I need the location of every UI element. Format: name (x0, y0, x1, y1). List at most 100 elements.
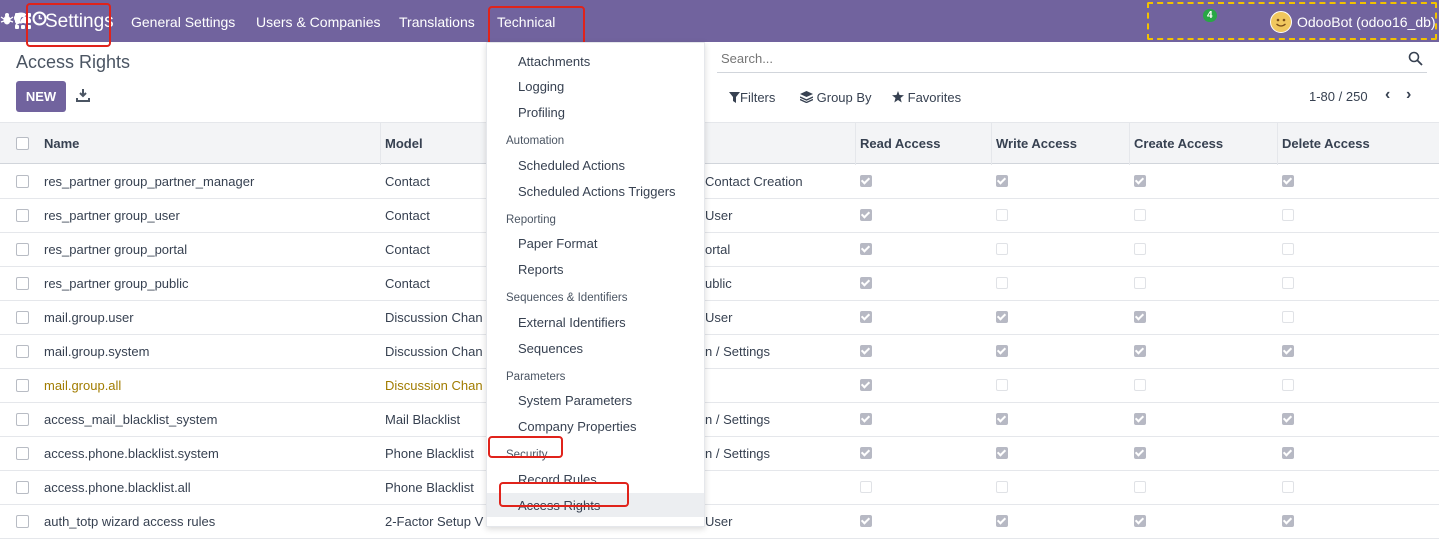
table-row[interactable]: res_partner group_public Contact ublic (0, 267, 1439, 301)
table-row[interactable]: res_partner group_user Contact User (0, 199, 1439, 233)
write-access-checkbox (996, 379, 1008, 391)
write-access-checkbox (996, 209, 1008, 221)
menu-item-scheduled-actions[interactable]: Scheduled Actions (518, 158, 625, 173)
menu-item-logging[interactable]: Logging (518, 79, 564, 94)
menu-item-system-parameters[interactable]: System Parameters (518, 393, 632, 408)
column-separator (991, 123, 992, 165)
pager-previous-icon[interactable]: ‹ (1385, 86, 1390, 104)
write-access-checkbox (996, 345, 1008, 357)
table-row[interactable]: res_partner group_partner_manager Contact… (0, 165, 1439, 199)
select-all-checkbox[interactable] (16, 137, 29, 150)
row-checkbox[interactable] (16, 515, 29, 528)
cell-name: access.phone.blacklist.system (44, 446, 219, 461)
row-checkbox[interactable] (16, 379, 29, 392)
table-row[interactable]: access.phone.blacklist.system Phone Black… (0, 437, 1439, 471)
read-access-checkbox (860, 175, 872, 187)
table-header: Name Model Read Access Write Access Crea… (0, 122, 1439, 165)
menu-general-settings[interactable]: General Settings (131, 14, 235, 30)
delete-access-checkbox (1282, 447, 1294, 459)
menu-item-external-identifiers[interactable]: External Identifiers (518, 315, 626, 330)
favorites-button[interactable]: Favorites (892, 90, 961, 105)
highlight-security-section (488, 436, 563, 458)
write-access-checkbox (996, 311, 1008, 323)
table-row[interactable]: mail.group.user Discussion Chan User (0, 301, 1439, 335)
cell-name: access.phone.blacklist.all (44, 480, 191, 495)
filters-button[interactable]: Filters (729, 90, 775, 105)
menu-item-profiling[interactable]: Profiling (518, 105, 565, 120)
row-checkbox[interactable] (16, 277, 29, 290)
table-row[interactable]: mail.group.all Discussion Chan (0, 369, 1439, 403)
header-name[interactable]: Name (44, 136, 79, 151)
table-row[interactable]: res_partner group_portal Contact ortal (0, 233, 1439, 267)
cell-name: mail.group.system (44, 344, 150, 359)
table-row[interactable]: auth_totp wizard access rules 2-Factor Se… (0, 505, 1439, 539)
menu-users-companies[interactable]: Users & Companies (256, 14, 381, 30)
search-input[interactable] (721, 51, 1381, 66)
header-delete-access[interactable]: Delete Access (1282, 136, 1370, 151)
highlight-technical (488, 6, 585, 46)
download-icon[interactable] (76, 88, 90, 102)
read-access-checkbox (860, 515, 872, 527)
row-checkbox[interactable] (16, 447, 29, 460)
new-button[interactable]: NEW (16, 81, 66, 112)
menu-item-attachments[interactable]: Attachments (518, 54, 590, 69)
row-checkbox[interactable] (16, 311, 29, 324)
group-by-label: Group By (816, 90, 872, 105)
filters-label: Filters (740, 90, 776, 105)
cell-group: User (705, 310, 733, 325)
user-avatar[interactable] (1270, 11, 1292, 33)
row-checkbox[interactable] (16, 413, 29, 426)
menu-item-paper-format[interactable]: Paper Format (518, 236, 597, 251)
create-access-checkbox (1134, 345, 1146, 357)
user-name[interactable]: OdooBot (odoo16_db) (1297, 14, 1436, 30)
row-checkbox[interactable] (16, 209, 29, 222)
row-checkbox[interactable] (16, 345, 29, 358)
cell-model: Phone Blacklist (385, 480, 474, 495)
delete-access-checkbox (1282, 209, 1294, 221)
header-create-access[interactable]: Create Access (1134, 136, 1223, 151)
row-checkbox[interactable] (16, 481, 29, 494)
column-separator (855, 123, 856, 165)
menu-item-scheduled-actions-triggers[interactable]: Scheduled Actions Triggers (518, 184, 676, 199)
delete-access-checkbox (1282, 379, 1294, 391)
cell-model: Phone Blacklist (385, 446, 474, 461)
menu-item-sequences[interactable]: Sequences (518, 341, 583, 356)
cell-name: mail.group.user (44, 310, 134, 325)
layers-icon (799, 91, 814, 104)
write-access-checkbox (996, 413, 1008, 425)
row-checkbox[interactable] (16, 243, 29, 256)
table-row[interactable]: mail.group.system Discussion Chan n / Sett… (0, 335, 1439, 369)
cell-group: n / Settings (705, 344, 771, 359)
cell-group: n / Settings (705, 412, 771, 427)
header-read-access[interactable]: Read Access (860, 136, 940, 151)
delete-access-checkbox (1282, 277, 1294, 289)
group-by-button[interactable]: Group By (799, 90, 872, 105)
menu-section-reporting: Reporting (506, 214, 556, 226)
debug-bug-icon[interactable] (0, 12, 14, 31)
write-access-checkbox (996, 515, 1008, 527)
filter-icon (729, 92, 740, 103)
delete-access-checkbox (1282, 345, 1294, 357)
menu-translations[interactable]: Translations (399, 14, 475, 30)
menu-section-automation: Automation (506, 135, 565, 147)
create-access-checkbox (1134, 413, 1146, 425)
table-row[interactable]: access_mail_blacklist_system Mail Blackli… (0, 403, 1439, 437)
column-separator (1129, 123, 1130, 165)
menu-item-company-properties[interactable]: Company Properties (518, 419, 637, 434)
cell-name: mail.group.all (44, 378, 122, 393)
write-access-checkbox (996, 447, 1008, 459)
cell-name: res_partner group_portal (44, 242, 188, 257)
pager-value[interactable]: 1-80 / 250 (1309, 89, 1368, 104)
create-access-checkbox (1134, 243, 1146, 255)
pager-next-icon[interactable]: › (1406, 86, 1411, 104)
table-row[interactable]: access.phone.blacklist.all Phone Blacklis… (0, 471, 1439, 505)
cell-name: access_mail_blacklist_system (44, 412, 218, 427)
read-access-checkbox (860, 209, 872, 221)
menu-item-reports[interactable]: Reports (518, 262, 564, 277)
header-write-access[interactable]: Write Access (996, 136, 1077, 151)
search-icon[interactable] (1408, 51, 1423, 66)
delete-access-checkbox (1282, 175, 1294, 187)
header-model[interactable]: Model (385, 136, 423, 151)
row-checkbox[interactable] (16, 175, 29, 188)
delete-access-checkbox (1282, 311, 1294, 323)
